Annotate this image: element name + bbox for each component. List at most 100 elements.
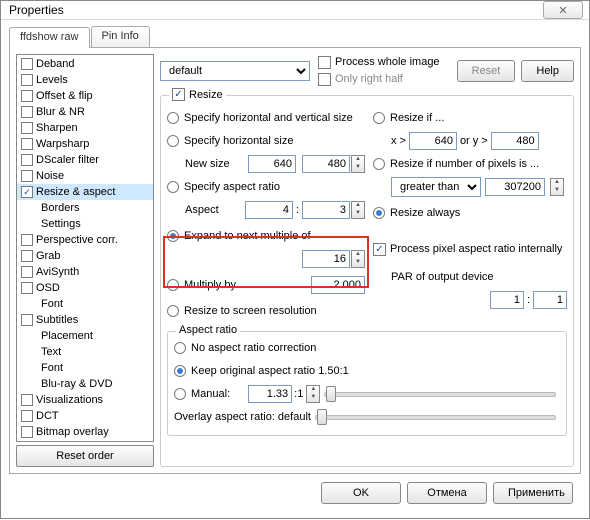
pixel-spinner[interactable]: ▲▼ bbox=[550, 178, 564, 196]
radio-ar-none[interactable] bbox=[174, 342, 186, 354]
radio-expand[interactable] bbox=[167, 230, 179, 242]
aspect-spinner[interactable]: ▲▼ bbox=[351, 201, 365, 219]
par-x-input[interactable] bbox=[490, 291, 524, 309]
tree-item[interactable]: Levels bbox=[17, 72, 153, 88]
tree-label: Blu-ray & DVD bbox=[41, 378, 113, 390]
radio-ar-manual[interactable] bbox=[174, 388, 186, 400]
tree-item[interactable]: Sharpen bbox=[17, 120, 153, 136]
tree-item[interactable]: Visualizations bbox=[17, 392, 153, 408]
tree-item[interactable]: Placement bbox=[17, 328, 153, 344]
tree-label: Blur & NR bbox=[36, 106, 85, 118]
preset-select[interactable]: default bbox=[160, 61, 310, 81]
aspect-x-input[interactable] bbox=[245, 201, 293, 219]
ok-button[interactable]: OK bbox=[321, 482, 401, 504]
multiple-spinner[interactable]: ▲▼ bbox=[351, 250, 365, 268]
tree-label: DCT bbox=[36, 410, 59, 422]
close-icon: ✕ bbox=[558, 4, 567, 17]
tree-item[interactable]: OSD bbox=[17, 280, 153, 296]
only-right-half-checkbox[interactable] bbox=[318, 73, 331, 86]
pixel-compare-select[interactable]: greater than bbox=[391, 177, 481, 197]
tree-checkbox[interactable] bbox=[21, 426, 33, 438]
help-button[interactable]: Help bbox=[521, 60, 574, 82]
tree-item[interactable]: Subtitles bbox=[17, 312, 153, 328]
tree-checkbox[interactable] bbox=[21, 170, 33, 182]
tree-checkbox[interactable] bbox=[21, 74, 33, 86]
tree-checkbox[interactable] bbox=[21, 266, 33, 278]
reset-button[interactable]: Reset bbox=[457, 60, 516, 82]
close-button[interactable]: ✕ bbox=[543, 1, 583, 19]
process-whole-checkbox[interactable] bbox=[318, 56, 331, 69]
tree-item[interactable]: Text bbox=[17, 344, 153, 360]
resize-group: Resize Specify horizontal and vertical s… bbox=[160, 95, 574, 467]
height-input[interactable] bbox=[302, 155, 350, 173]
resize-if-x-input[interactable] bbox=[409, 132, 457, 150]
tree-label: Noise bbox=[36, 170, 64, 182]
radio-spec-ar[interactable] bbox=[167, 181, 179, 193]
tree-checkbox[interactable] bbox=[21, 138, 33, 150]
tree-item[interactable]: Noise bbox=[17, 168, 153, 184]
tree-checkbox[interactable] bbox=[21, 410, 33, 422]
tree-checkbox[interactable] bbox=[21, 58, 33, 70]
tab-page: Deband Levels Offset & flip Blur & NR Sharpe… bbox=[9, 48, 581, 474]
pixel-count-input[interactable] bbox=[485, 178, 545, 196]
radio-ar-keep[interactable] bbox=[174, 365, 186, 377]
tree-label: Borders bbox=[41, 202, 80, 214]
tree-label: Font bbox=[41, 298, 63, 310]
par-y-input[interactable] bbox=[533, 291, 567, 309]
tree-checkbox[interactable] bbox=[21, 90, 33, 102]
tree-item[interactable]: Deband bbox=[17, 56, 153, 72]
multiply-input[interactable] bbox=[311, 276, 365, 294]
tree-item[interactable]: Offset & flip bbox=[17, 88, 153, 104]
tree-item[interactable]: DCT bbox=[17, 408, 153, 424]
tree-item[interactable]: Perspective corr. bbox=[17, 232, 153, 248]
radio-spec-hv[interactable] bbox=[167, 112, 179, 124]
cancel-button[interactable]: Отмена bbox=[407, 482, 487, 504]
resize-enable-checkbox[interactable] bbox=[172, 88, 185, 101]
radio-spec-h[interactable] bbox=[167, 135, 179, 147]
resize-if-y-input[interactable] bbox=[491, 132, 539, 150]
tree-checkbox[interactable] bbox=[21, 394, 33, 406]
tree-checkbox[interactable] bbox=[21, 122, 33, 134]
radio-resize-if[interactable] bbox=[373, 112, 385, 124]
multiple-input[interactable] bbox=[302, 250, 350, 268]
tree-item[interactable]: Settings bbox=[17, 216, 153, 232]
radio-always[interactable] bbox=[373, 207, 385, 219]
filter-tree[interactable]: Deband Levels Offset & flip Blur & NR Sharpe… bbox=[16, 54, 154, 442]
radio-multiply[interactable] bbox=[167, 279, 179, 291]
ar-manual-input[interactable] bbox=[248, 385, 292, 403]
tree-checkbox[interactable] bbox=[21, 186, 33, 198]
tab-ffdshow-raw[interactable]: ffdshow raw bbox=[9, 27, 90, 48]
tree-label: Warpsharp bbox=[36, 138, 89, 150]
tree-item[interactable]: Blu-ray & DVD bbox=[17, 376, 153, 392]
tree-item[interactable]: Font bbox=[17, 360, 153, 376]
tree-item[interactable]: Bitmap overlay bbox=[17, 424, 153, 440]
radio-screen-res[interactable] bbox=[167, 305, 179, 317]
tree-label: Visualizations bbox=[36, 394, 103, 406]
ar-overlay-slider[interactable] bbox=[315, 408, 556, 426]
tree-checkbox[interactable] bbox=[21, 234, 33, 246]
tree-item[interactable]: Blur & NR bbox=[17, 104, 153, 120]
tree-checkbox[interactable] bbox=[21, 314, 33, 326]
width-input[interactable] bbox=[248, 155, 296, 173]
tree-item[interactable]: AviSynth bbox=[17, 264, 153, 280]
ar-manual-spinner[interactable]: ▲▼ bbox=[306, 385, 320, 403]
tree-item[interactable]: Font bbox=[17, 296, 153, 312]
tree-item[interactable]: Grab bbox=[17, 248, 153, 264]
tree-checkbox[interactable] bbox=[21, 154, 33, 166]
tab-pin-info[interactable]: Pin Info bbox=[91, 26, 150, 47]
aspect-y-input[interactable] bbox=[302, 201, 350, 219]
size-spinner[interactable]: ▲▼ bbox=[351, 155, 365, 173]
tree-item[interactable]: Resize & aspect bbox=[17, 184, 153, 200]
tree-item[interactable]: DScaler filter bbox=[17, 152, 153, 168]
tree-item[interactable]: Borders bbox=[17, 200, 153, 216]
par-checkbox[interactable] bbox=[373, 243, 386, 256]
tree-label: Levels bbox=[36, 74, 68, 86]
tree-checkbox[interactable] bbox=[21, 250, 33, 262]
ar-manual-slider[interactable] bbox=[324, 385, 556, 403]
reset-order-button[interactable]: Reset order bbox=[16, 445, 154, 467]
radio-pixels[interactable] bbox=[373, 158, 385, 170]
tree-checkbox[interactable] bbox=[21, 282, 33, 294]
apply-button[interactable]: Применить bbox=[493, 482, 573, 504]
tree-item[interactable]: Warpsharp bbox=[17, 136, 153, 152]
tree-checkbox[interactable] bbox=[21, 106, 33, 118]
